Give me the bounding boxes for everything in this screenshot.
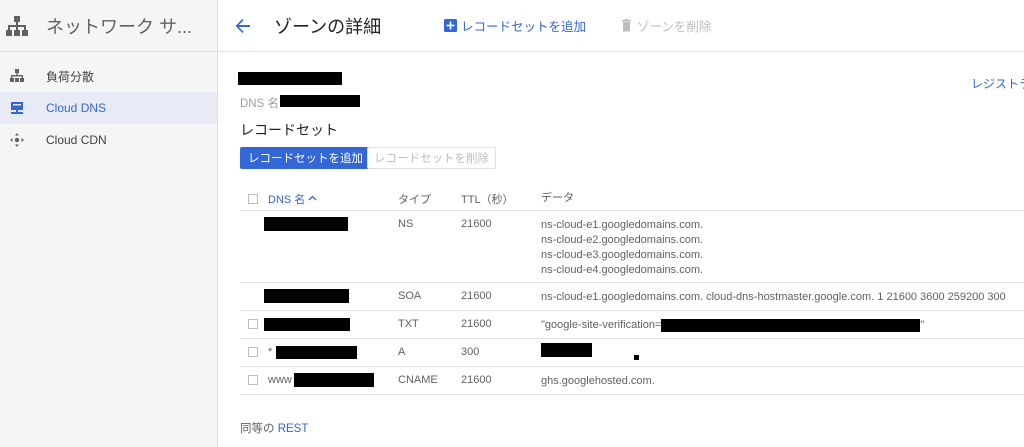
column-header-ttl: TTL（秒） (461, 193, 514, 206)
table-row: SOA 21600 ns-cloud-e1.googledomains.com.… (240, 283, 1024, 311)
table-row: www CNAME 21600 ghs.googlehosted.com. (240, 367, 1024, 395)
delete-record-set-button[interactable]: レコードセットを削除 (367, 147, 496, 169)
sidebar-nav: 負荷分散 Cloud DNS Cloud CDN (0, 60, 217, 156)
sidebar-item-cloud-cdn[interactable]: Cloud CDN (0, 124, 217, 156)
record-data: "google-site-verification= " (541, 319, 925, 332)
rest-link[interactable]: REST (278, 423, 309, 435)
record-type: NS (398, 218, 414, 230)
registrar-link[interactable]: レジストラ (971, 75, 1024, 92)
zone-name-redacted (238, 72, 342, 85)
add-record-set-header-button[interactable]: レコードセットを追加 (444, 16, 586, 35)
record-ttl: 21600 (461, 218, 492, 230)
record-ttl: 300 (461, 346, 480, 358)
add-record-set-button[interactable]: レコードセットを追加 (240, 147, 371, 169)
record-name-redacted (276, 346, 357, 359)
record-data: ghs.googlehosted.com. (541, 375, 655, 387)
row-checkbox[interactable] (248, 347, 258, 357)
record-type: CNAME (398, 374, 438, 386)
table-row: * A 300 (240, 339, 1024, 367)
sidebar-item-label: 負荷分散 (46, 69, 95, 84)
record-type: TXT (398, 318, 419, 330)
record-type: SOA (398, 290, 422, 302)
sidebar-item-cloud-dns[interactable]: Cloud DNS (0, 92, 217, 124)
cloud-dns-icon (10, 101, 24, 115)
network-services-icon (6, 15, 28, 36)
record-ttl: 21600 (461, 290, 492, 302)
back-arrow-icon[interactable] (234, 17, 252, 35)
cloud-cdn-icon (10, 133, 24, 147)
delete-zone-button[interactable]: ゾーンを削除 (620, 16, 711, 35)
main-content: DNS 名 レジストラ レコードセット レコードセットを追加 レコードセットを削… (218, 53, 1024, 447)
table-row: NS 21600 ns-cloud-e1.googledomains.com. … (240, 211, 1024, 283)
load-balancing-icon (10, 69, 24, 83)
delete-zone-label: ゾーンを削除 (637, 20, 712, 34)
record-sets-title: レコードセット (240, 122, 338, 138)
sort-up-icon (308, 194, 317, 203)
record-name-prefix: www (268, 374, 292, 386)
record-name-redacted (264, 289, 349, 303)
column-header-type: タイプ (398, 193, 431, 206)
add-box-icon (444, 19, 457, 32)
record-data: ns-cloud-e1.googledomains.com. ns-cloud-… (541, 219, 704, 276)
record-name-redacted (264, 217, 348, 231)
record-ttl: 21600 (461, 318, 492, 330)
record-type: A (398, 346, 406, 358)
record-sets-table: DNS 名 タイプ TTL（秒） データ NS 21600 ns-cloud-e… (240, 187, 1024, 395)
row-checkbox[interactable] (248, 319, 258, 329)
select-all-checkbox[interactable] (248, 194, 258, 204)
add-record-set-header-label: レコードセットを追加 (461, 20, 587, 34)
verification-value-redacted (661, 319, 921, 332)
table-header: DNS 名 タイプ TTL（秒） データ (240, 187, 1024, 211)
trash-icon (620, 19, 633, 32)
equivalent-rest-footer: 同等の REST (240, 420, 308, 436)
record-ttl: 21600 (461, 374, 492, 386)
record-data: ns-cloud-e1.googledomains.com. cloud-dns… (541, 291, 1006, 303)
row-checkbox[interactable] (248, 375, 258, 385)
record-name-prefix: * (268, 346, 273, 358)
product-title: ネットワーク サ... (46, 16, 193, 37)
record-name-redacted (294, 373, 374, 387)
column-header-dns-name[interactable]: DNS 名 (268, 191, 317, 207)
sidebar-item-label: Cloud CDN (46, 133, 107, 147)
page-title: ゾーンの詳細 (274, 16, 382, 37)
column-header-data: データ (541, 192, 574, 204)
product-header: ネットワーク サ... (0, 0, 217, 52)
equivalent-label: 同等の (240, 423, 275, 435)
dns-name-value-redacted (280, 95, 360, 107)
table-row: TXT 21600 "google-site-verification= " (240, 311, 1024, 339)
sidebar-item-label: Cloud DNS (46, 101, 107, 115)
ip-address-redacted (541, 343, 592, 357)
dns-name-label: DNS 名 (240, 98, 279, 110)
sidebar: ネットワーク サ... 負荷分散 Cloud DNS Cloud CDN (0, 0, 218, 447)
page-header: ゾーンの詳細 レコードセットを追加 ゾーンを削除 (218, 0, 1024, 52)
redaction-mark (634, 355, 639, 360)
sidebar-item-load-balancing[interactable]: 負荷分散 (0, 60, 217, 92)
record-name-redacted (264, 318, 350, 331)
